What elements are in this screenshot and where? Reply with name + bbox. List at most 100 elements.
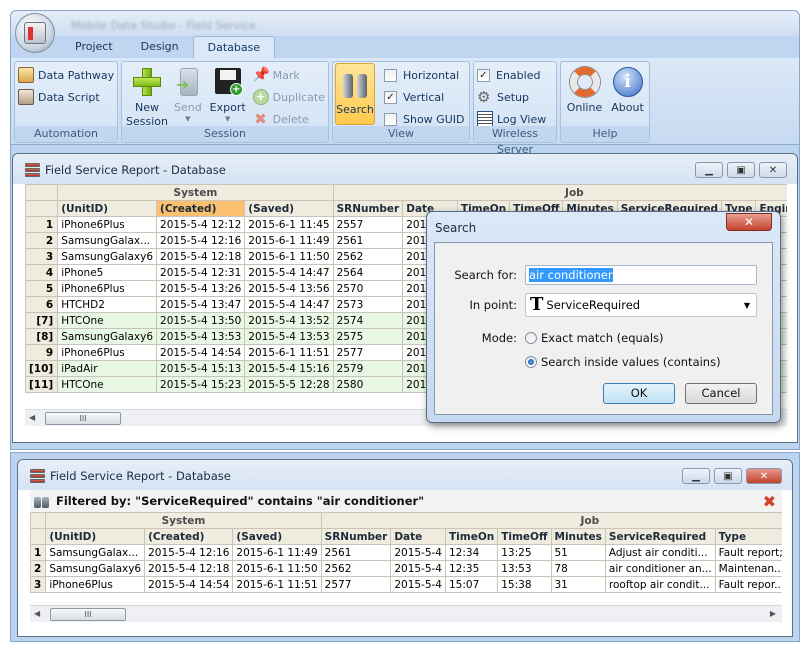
table-cell[interactable]: 2015-5-4 13:26	[156, 280, 246, 297]
tab-database[interactable]: Database	[192, 36, 276, 58]
tab-project[interactable]: Project	[61, 36, 127, 58]
table-cell[interactable]: 12:34	[444, 544, 499, 561]
row-number[interactable]: [8]	[25, 328, 59, 345]
row-number[interactable]: 2	[30, 560, 47, 577]
table-cell[interactable]: 78	[550, 560, 606, 577]
table-cell[interactable]: SamsungGalaxy6	[57, 248, 158, 265]
maximize-button[interactable]: ▣	[714, 468, 742, 484]
table-cell[interactable]: 2015-6-1 11:51	[232, 576, 322, 593]
table-cell[interactable]: 2015-6-1 11:49	[232, 544, 322, 561]
table-cell[interactable]: Fault repor...	[714, 576, 782, 593]
column-header[interactable]: Date	[390, 528, 446, 545]
table-cell[interactable]: 2015-5-4 12:18	[144, 560, 234, 577]
table-cell[interactable]: 2015-6-1 11:50	[244, 248, 334, 265]
vertical-checkbox[interactable]: ✓ Vertical	[381, 86, 467, 108]
ok-button[interactable]: OK	[603, 383, 675, 404]
column-header[interactable]: Type	[714, 528, 782, 545]
mark-button[interactable]: 📌 Mark	[250, 64, 328, 86]
column-header[interactable]: (Saved)	[232, 528, 322, 545]
table-cell[interactable]: iPhone6Plus	[57, 344, 158, 361]
table-cell[interactable]: 2015-5-4 14:47	[244, 264, 334, 281]
table-cell[interactable]: 2575	[332, 328, 404, 345]
table-cell[interactable]: 2015-6-1 11:51	[244, 344, 334, 361]
table-cell[interactable]: 2579	[332, 360, 404, 377]
table-cell[interactable]: SamsungGalax...	[57, 232, 158, 249]
table-cell[interactable]: SamsungGalaxy6	[45, 560, 146, 577]
search-button[interactable]: Search	[335, 63, 375, 125]
table-cell[interactable]: 2015-5-4	[390, 544, 446, 561]
duplicate-button[interactable]: + Duplicate	[250, 86, 328, 108]
table-cell[interactable]: 2015-5-4 12:18	[156, 248, 246, 265]
table-cell[interactable]: HTCHD2	[57, 296, 158, 313]
table-cell[interactable]: 2015-5-4 12:16	[156, 232, 246, 249]
table-cell[interactable]: Maintenan...	[714, 560, 782, 577]
scroll-right-icon[interactable]: ▶	[770, 609, 776, 618]
setup-button[interactable]: ⚙ Setup	[474, 86, 556, 108]
column-header[interactable]: SRNumber	[332, 200, 404, 217]
row-number[interactable]: 2	[25, 232, 59, 249]
scroll-thumb[interactable]: III	[50, 608, 126, 621]
table-cell[interactable]: 2015-6-1 11:50	[232, 560, 322, 577]
column-header[interactable]: (UnitID)	[57, 200, 158, 217]
table-cell[interactable]: 2015-6-1 11:49	[244, 232, 334, 249]
row-number[interactable]: [10]	[25, 360, 59, 377]
bottom-horizontal-scrollbar[interactable]: ◀ III ▶	[30, 605, 782, 622]
table-cell[interactable]: 2015-5-4	[390, 560, 446, 577]
table-cell[interactable]: 2015-5-4 13:50	[156, 312, 246, 329]
table-cell[interactable]: Fault report;	[714, 544, 782, 561]
maximize-button[interactable]: ▣	[727, 162, 755, 178]
table-cell[interactable]: rooftop air condit...	[604, 576, 716, 593]
table-cell[interactable]: 2562	[332, 248, 404, 265]
table-cell[interactable]: 2015-6-1 11:45	[244, 216, 334, 233]
close-button[interactable]: ✕	[746, 468, 782, 484]
minimize-button[interactable]: ▁	[682, 468, 710, 484]
column-header[interactable]: (Saved)	[244, 200, 334, 217]
table-cell[interactable]: 2015-5-5 12:28	[244, 376, 334, 393]
table-cell[interactable]: 12:35	[444, 560, 499, 577]
table-cell[interactable]: 2015-5-4 15:23	[156, 376, 246, 393]
search-for-input[interactable]: air conditioner	[525, 265, 757, 285]
table-row[interactable]: 2 SamsungGalaxy6 2015-5-4 12:18 2015-6-1 11…	[30, 560, 782, 577]
mode-contains-radio[interactable]: Search inside values (contains)	[525, 355, 721, 369]
in-point-select[interactable]: T ServiceRequired ▼	[525, 293, 757, 317]
table-cell[interactable]: HTCOne	[57, 312, 158, 329]
table-cell[interactable]: 2015-5-4 14:54	[156, 344, 246, 361]
table-cell[interactable]: 2015-5-4 15:13	[156, 360, 246, 377]
scroll-left-icon[interactable]: ◀	[34, 609, 40, 618]
table-cell[interactable]: 2015-5-4	[390, 576, 446, 593]
mode-exact-radio[interactable]: Exact match (equals)	[525, 331, 664, 345]
table-cell[interactable]: 2574	[332, 312, 404, 329]
dialog-close-button[interactable]: ✕	[726, 213, 772, 231]
table-cell[interactable]: 15:07	[444, 576, 499, 593]
close-button[interactable]: ✕	[759, 162, 787, 178]
row-number[interactable]: 9	[25, 344, 59, 361]
table-cell[interactable]: 2561	[332, 232, 404, 249]
table-cell[interactable]: 2015-5-4 13:47	[156, 296, 246, 313]
table-cell[interactable]: 2015-5-4 12:12	[156, 216, 246, 233]
table-cell[interactable]: HTCOne	[57, 376, 158, 393]
column-header[interactable]: (UnitID)	[45, 528, 146, 545]
minimize-button[interactable]: ▁	[695, 162, 723, 178]
table-cell[interactable]: iPadAir	[57, 360, 158, 377]
table-cell[interactable]: 15:38	[497, 576, 552, 593]
row-number[interactable]: 3	[25, 248, 59, 265]
table-cell[interactable]: Adjust air conditi...	[604, 544, 716, 561]
table-row[interactable]: 3 iPhone6Plus 2015-5-4 14:54 2015-6-1 11:51…	[30, 576, 782, 593]
column-header[interactable]: TimeOn	[444, 528, 499, 545]
table-cell[interactable]: 2564	[332, 264, 404, 281]
column-header[interactable]: SRNumber	[320, 528, 392, 545]
table-cell[interactable]: 2015-5-4 15:16	[244, 360, 334, 377]
table-cell[interactable]: 2557	[332, 216, 404, 233]
table-cell[interactable]: 2015-5-4 13:52	[244, 312, 334, 329]
row-number[interactable]: 1	[25, 216, 59, 233]
table-cell[interactable]: 2015-5-4 13:53	[244, 328, 334, 345]
table-cell[interactable]: 13:53	[497, 560, 552, 577]
table-cell[interactable]: 31	[550, 576, 606, 593]
row-number[interactable]: 4	[25, 264, 59, 281]
row-number[interactable]: 3	[30, 576, 47, 593]
table-cell[interactable]: 2015-5-4 14:47	[244, 296, 334, 313]
application-menu-button[interactable]	[15, 13, 55, 53]
row-number[interactable]: 1	[30, 544, 47, 561]
row-number[interactable]: [11]	[25, 376, 59, 393]
row-number[interactable]: 5	[25, 280, 59, 297]
